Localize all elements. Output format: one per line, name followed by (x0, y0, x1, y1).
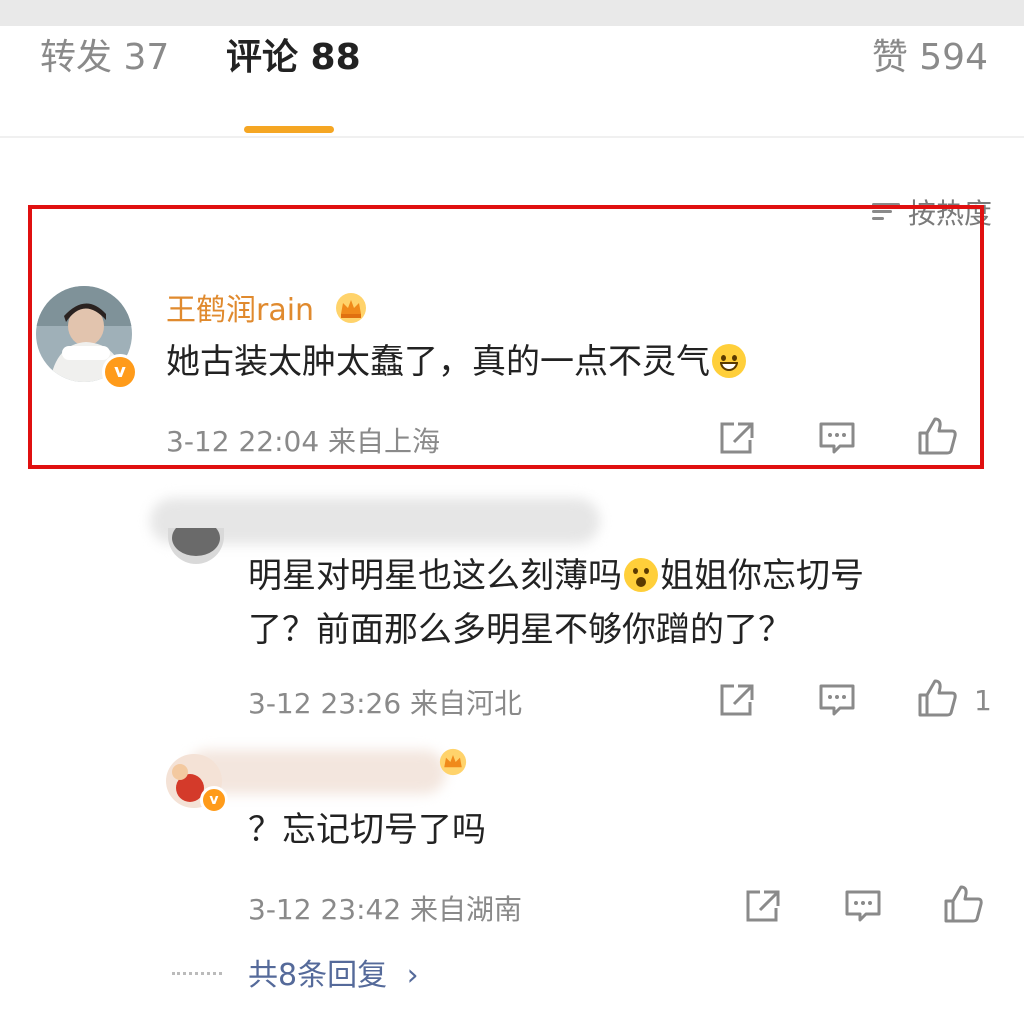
laughing-emoji-icon (712, 344, 746, 378)
share-icon[interactable] (718, 420, 756, 460)
active-tab-indicator (244, 126, 334, 133)
crown-badge-icon (334, 292, 368, 332)
comment-meta: 3-12 22:04 来自上海 (166, 425, 441, 458)
tab-likes[interactable]: 赞 594 (872, 36, 988, 80)
shocked-emoji-icon (624, 558, 658, 592)
verified-badge-icon: v (102, 354, 138, 390)
comment-text-line-1: 明星对明星也这么刻薄吗 (248, 556, 622, 596)
crown-badge-icon (438, 748, 468, 780)
like-count: 1 (974, 684, 992, 717)
share-icon[interactable] (744, 888, 782, 928)
comment-meta: 3-12 23:42 来自湖南 (248, 893, 523, 926)
tab-comments[interactable]: 评论 88 (226, 36, 361, 80)
verified-badge-icon: v (200, 786, 228, 814)
comment-text: ？忘记切号了吗 (248, 810, 486, 850)
reply-thread-dots (172, 972, 222, 975)
comment-text-content: 她古装太肿太蠢了，真的一点不灵气 (166, 342, 710, 382)
comment-username[interactable]: 王鹤润rain (166, 285, 368, 332)
like-icon[interactable] (916, 416, 958, 460)
tab-reposts[interactable]: 转发 37 (40, 36, 169, 80)
comment-icon[interactable] (818, 682, 856, 722)
comment-text-line-1b: 姐姐你忘切号 (660, 556, 864, 596)
comment-icon[interactable] (818, 420, 856, 460)
blurred-username (186, 750, 446, 794)
view-replies-label: 共8条回复 (248, 958, 388, 993)
comment-meta: 3-12 23:26 来自河北 (248, 687, 523, 720)
comment-text: 她古装太肿太蠢了，真的一点不灵气 (166, 334, 748, 390)
comment-text: 明星对明星也这么刻薄吗 姐姐你忘切号 (248, 548, 864, 604)
comment-text-line-2: 了？前面那么多明星不够你蹭的了？ (248, 610, 792, 650)
comment-icon[interactable] (844, 888, 882, 928)
chevron-right-icon: › (406, 958, 419, 993)
username-text: 王鹤润rain (166, 293, 315, 328)
view-replies-link[interactable]: 共8条回复 › (248, 950, 419, 994)
like-icon[interactable] (916, 678, 958, 722)
avatar[interactable] (168, 528, 224, 564)
like-icon[interactable] (942, 884, 984, 928)
share-icon[interactable] (718, 682, 756, 722)
top-strip (0, 0, 1024, 26)
